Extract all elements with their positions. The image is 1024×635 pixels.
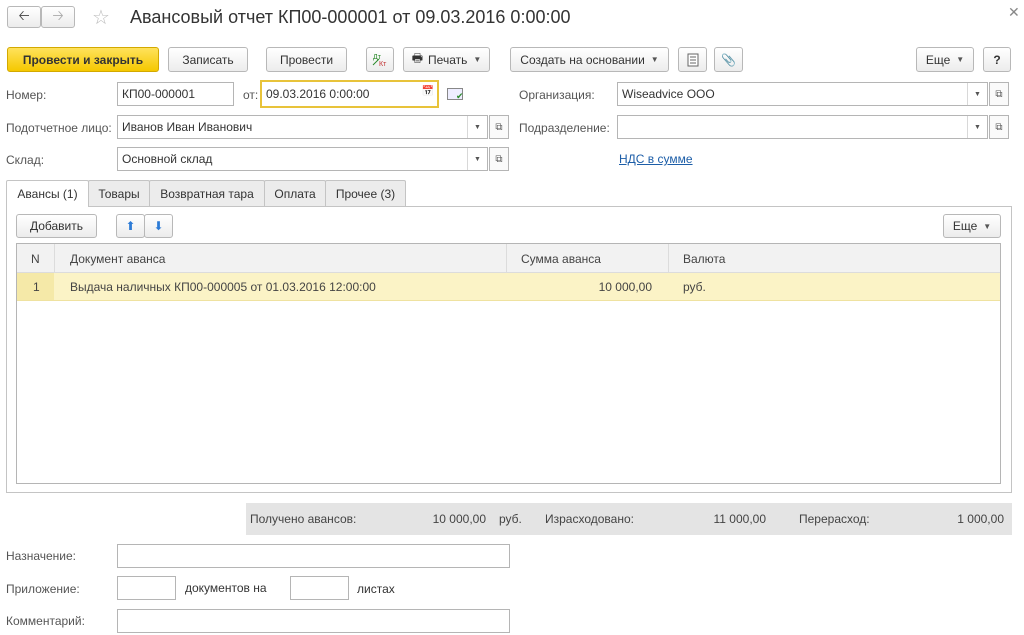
person-field[interactable]: Иванов Иван Иванович ▼ [117,115,488,139]
column-separator [668,244,669,273]
chevron-down-icon: ▼ [473,55,482,64]
chevron-down-icon[interactable]: ▼ [967,116,987,138]
received-currency: руб. [499,512,522,526]
table-more-label: Еще [952,219,978,233]
arrow-left-icon: 🡠 [18,7,30,23]
dt-kt-icon: Дт Кт [372,54,387,68]
chevron-down-icon: ▼ [956,55,965,64]
more-label: Еще [925,52,951,67]
close-icon[interactable]: ✕ [1008,4,1020,21]
organization-field[interactable]: Wiseadvice ООО ▼ [617,82,988,106]
division-label: Подразделение: [519,121,610,135]
attachment-button[interactable]: 📎 [714,47,743,72]
sheets-count-field[interactable] [290,576,349,600]
column-header-document[interactable]: Документ аванса [70,252,165,266]
overspent-label: Перерасход: [799,512,870,526]
check-mark-icon: ✔ [456,91,464,101]
dt-kt-button[interactable]: Дт Кт [366,47,394,72]
organization-value: Wiseadvice ООО [622,87,715,101]
date-value: 09.03.2016 0:00:00 [266,87,370,101]
column-header-amount[interactable]: Сумма аванса [521,252,601,266]
add-row-button[interactable]: Добавить [16,214,97,238]
spent-label: Израсходовано: [545,512,634,526]
chevron-down-icon: ▼ [650,55,659,64]
chevron-down-icon[interactable]: ▼ [467,116,487,138]
spent-value: 11 000,00 [713,512,767,526]
open-person-icon[interactable]: ⧉ [489,115,509,139]
comment-label: Комментарий: [6,614,85,628]
row-amount: 10 000,00 [598,280,652,294]
warehouse-field[interactable]: Основной склад ▼ [117,147,488,171]
column-header-n[interactable]: N [31,252,40,266]
document-icon [687,53,698,66]
page-title: Авансовый отчет КП00-000001 от 09.03.201… [130,7,571,27]
chevron-down-icon: ▼ [983,221,992,231]
table-header: N Документ аванса Сумма аванса Валюта [17,244,1000,273]
help-button[interactable]: ? [983,47,1011,72]
person-value: Иванов Иван Иванович [122,120,253,134]
column-separator [506,244,507,273]
save-button[interactable]: Записать [168,47,248,72]
row-document: Выдача наличных КП00-000005 от 01.03.201… [70,280,376,294]
arrow-up-icon: ⬆ [125,219,136,233]
tab-goods[interactable]: Товары [88,180,150,206]
post-and-close-button[interactable]: Провести и закрыть [7,47,159,72]
chevron-down-icon[interactable]: ▼ [467,148,487,170]
attachment-label: Приложение: [6,582,80,596]
open-warehouse-icon[interactable]: ⧉ [489,147,509,171]
tab-advances[interactable]: Авансы (1) [6,180,89,207]
printer-icon: 🖶 [411,51,424,65]
print-button[interactable]: 🖶 Печать ▼ [403,47,490,72]
warehouse-value: Основной склад [122,152,213,166]
column-header-currency[interactable]: Валюта [683,252,725,266]
division-field[interactable]: ▼ [617,115,988,139]
overspent-value: 1 000,00 [957,512,1004,526]
more-button[interactable]: Еще ▼ [916,47,974,72]
vat-link[interactable]: НДС в сумме [619,152,693,166]
number-label: Номер: [6,88,47,102]
row-currency: руб. [683,280,706,294]
paperclip-icon: 📎 [721,52,736,67]
open-division-icon[interactable]: ⧉ [989,115,1009,139]
back-button[interactable]: 🡠 [7,6,41,28]
documents-on-label: документов на [185,581,267,595]
tab-payment[interactable]: Оплата [264,180,326,206]
person-label: Подотчетное лицо: [6,121,112,135]
table-more-button[interactable]: Еще ▼ [943,214,1001,238]
number-field[interactable]: КП00-000001 [117,82,234,106]
arrow-down-icon: ⬇ [153,219,164,233]
document-report-button[interactable] [678,47,707,72]
arrow-right-icon: 🡢 [52,7,64,23]
comment-field[interactable] [117,609,510,633]
calendar-icon[interactable]: 📅 [422,86,434,97]
move-up-button[interactable]: ⬆ [116,214,145,238]
column-separator [54,244,55,273]
post-button[interactable]: Провести [266,47,347,72]
open-organization-icon[interactable]: ⧉ [989,82,1009,106]
row-number: 1 [33,280,40,294]
move-down-button[interactable]: ⬇ [144,214,173,238]
totals-bar: Получено авансов: 10 000,00 руб. Израсхо… [246,503,1012,535]
received-value: 10 000,00 [432,512,486,526]
svg-text:Кт: Кт [379,61,387,68]
chevron-down-icon[interactable]: ▼ [967,83,987,105]
favorite-star-icon[interactable]: ☆ [92,5,110,30]
advances-table[interactable]: N Документ аванса Сумма аванса Валюта 1 … [16,243,1001,484]
warehouse-label: Склад: [6,153,45,167]
table-row[interactable]: 1 Выдача наличных КП00-000005 от 01.03.2… [17,273,1000,301]
forward-button[interactable]: 🡢 [41,6,75,28]
tab-other[interactable]: Прочее (3) [325,180,406,206]
organization-label: Организация: [519,88,595,102]
create-based-button[interactable]: Создать на основании ▼ [510,47,669,72]
received-label: Получено авансов: [250,512,357,526]
date-label: от: [243,88,259,102]
print-label: Печать [428,52,468,67]
purpose-label: Назначение: [6,549,77,563]
purpose-field[interactable] [117,544,510,568]
sheets-label: листах [357,582,395,596]
documents-count-field[interactable] [117,576,176,600]
date-field[interactable]: 09.03.2016 0:00:00 📅 [260,80,439,108]
tab-returnable-packaging[interactable]: Возвратная тара [149,180,265,206]
create-based-label: Создать на основании [520,52,645,67]
